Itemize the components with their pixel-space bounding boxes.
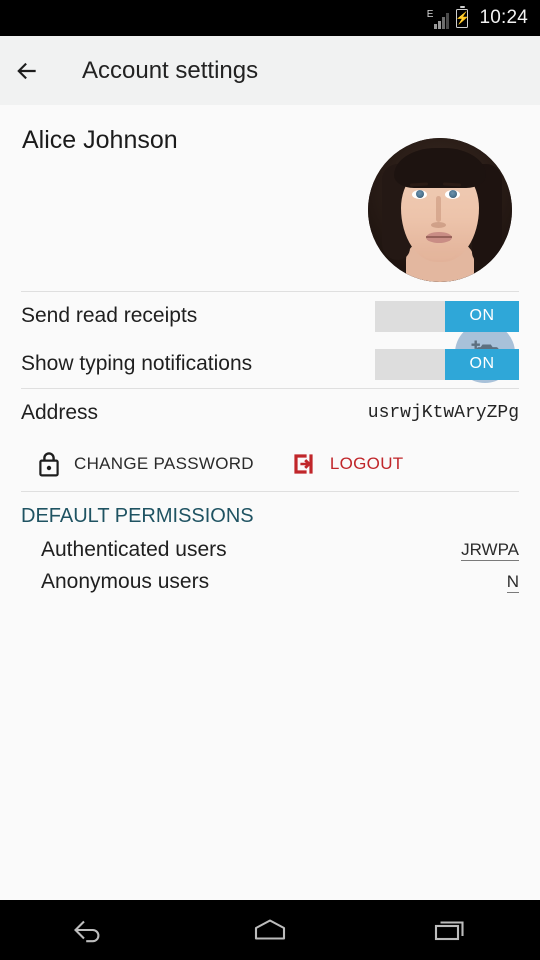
back-button[interactable]: [0, 36, 54, 105]
account-actions: CHANGE PASSWORD LOGOUT: [0, 437, 540, 491]
default-permissions-header: DEFAULT PERMISSIONS: [21, 505, 254, 527]
network-type-label: E: [426, 9, 434, 20]
setting-label: Send read receipts: [21, 304, 198, 327]
arrow-left-icon: [17, 62, 36, 79]
setting-row-read-receipts[interactable]: Send read receipts ON: [0, 292, 540, 340]
app-toolbar: Account settings: [0, 36, 540, 105]
read-receipts-toggle[interactable]: ON: [375, 300, 519, 332]
change-password-button[interactable]: CHANGE PASSWORD: [38, 451, 254, 477]
page-title: Account settings: [82, 56, 259, 84]
profile-name: Alice Johnson: [22, 126, 178, 154]
permission-value[interactable]: N: [506, 572, 519, 593]
permission-row-authenticated[interactable]: Authenticated users JRWPA: [0, 534, 540, 566]
nav-home-icon: [254, 919, 286, 940]
settings-content: Alice Johnson Send read receipts ON Show…: [0, 105, 540, 900]
avatar-container[interactable]: [368, 138, 512, 282]
signal-strength-icon: E: [427, 7, 450, 29]
clock-label: 10:24: [479, 7, 528, 28]
system-navigation-bar: [0, 900, 540, 960]
logout-button[interactable]: LOGOUT: [292, 452, 404, 476]
address-label: Address: [21, 401, 99, 424]
setting-label: Show typing notifications: [21, 352, 253, 375]
nav-recents-icon: [434, 921, 464, 941]
permission-value[interactable]: JRWPA: [461, 540, 519, 561]
lock-icon: [39, 452, 59, 477]
permission-row-anonymous[interactable]: Anonymous users N: [0, 566, 540, 598]
status-bar: E ⚡ 10:24: [0, 0, 540, 36]
toggle-state-label: ON: [469, 307, 495, 324]
permission-label: Authenticated users: [41, 538, 227, 561]
address-row[interactable]: Address usrwjKtwAryZPg: [0, 389, 540, 437]
nav-recents-button[interactable]: [360, 900, 540, 960]
android-screen: E ⚡ 10:24 Account settings Alice Johnson: [0, 0, 540, 960]
logout-exit-icon: [294, 454, 313, 474]
address-value: usrwjKtwAryZPg: [367, 403, 519, 423]
nav-back-button[interactable]: [0, 900, 180, 960]
nav-back-icon: [74, 920, 100, 943]
toggle-state-label: ON: [469, 355, 495, 372]
nav-home-button[interactable]: [180, 900, 360, 960]
battery-charging-icon: ⚡: [455, 5, 470, 28]
logout-label: LOGOUT: [329, 454, 404, 473]
permission-label: Anonymous users: [41, 570, 210, 593]
profile-section: Alice Johnson: [0, 105, 540, 383]
typing-notifications-toggle[interactable]: ON: [375, 348, 519, 380]
avatar: [368, 138, 512, 282]
change-password-label: CHANGE PASSWORD: [74, 454, 254, 473]
